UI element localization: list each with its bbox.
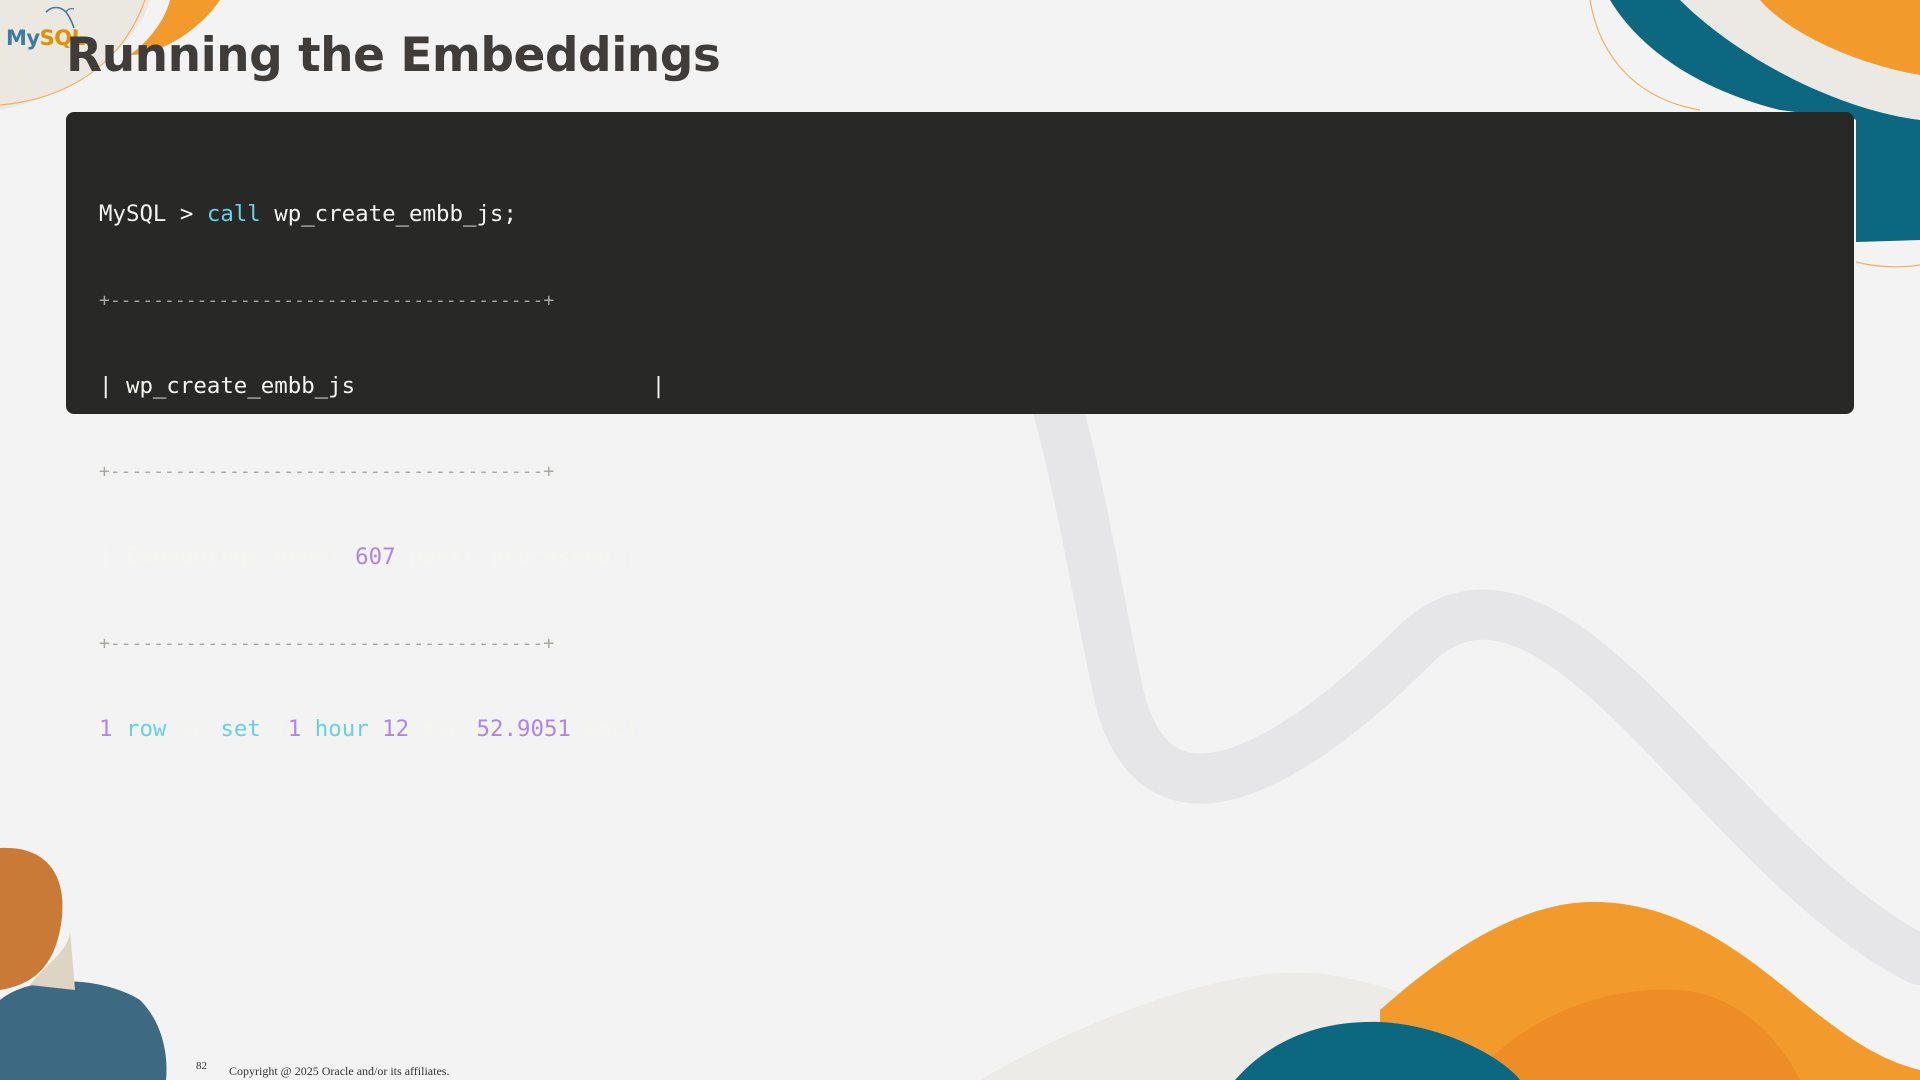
- terminal-code-block: MySQL > call wp_create_embb_js; +-------…: [66, 112, 1854, 742]
- page-number: 82: [196, 1060, 207, 1072]
- command-text: wp_create_embb_js;: [260, 201, 517, 227]
- summary-in-word: in: [179, 715, 207, 742]
- result-count: 607: [355, 544, 396, 571]
- prompt: MySQL >: [99, 201, 207, 227]
- logo-my-text: My: [6, 26, 40, 50]
- bottom-left-blue-shape: [0, 981, 167, 1080]
- command-line: MySQL > call wp_create_embb_js;: [99, 198, 665, 232]
- summary-min-word: min: [422, 715, 464, 742]
- terminal-output: MySQL > call wp_create_embb_js; +-------…: [99, 146, 665, 799]
- summary-minutes: 12: [382, 715, 410, 742]
- table-border-top: +---------------------------------------…: [99, 289, 555, 311]
- summary-rows: 1: [99, 715, 113, 742]
- table-result-row: | Embeddings done! 607 posts processed |: [99, 541, 665, 575]
- result-suffix: posts processed |: [395, 544, 639, 571]
- summary-hour-word: hour: [314, 715, 369, 742]
- result-prefix: | Embeddings done!: [99, 544, 356, 571]
- table-border-middle: +---------------------------------------…: [99, 461, 555, 483]
- summary-line: 1 row in set (1 hour 12 min 52.9051 sec): [99, 713, 665, 747]
- summary-sec-word: sec): [584, 715, 639, 742]
- summary-set-word: set: [220, 715, 261, 742]
- summary-hours: 1: [287, 715, 302, 742]
- command-keyword: call: [206, 201, 261, 227]
- summary-paren: (: [274, 715, 288, 742]
- copyright-notice: Copyright @ 2025 Oracle and/or its affil…: [229, 1064, 450, 1078]
- table-border-bottom: +---------------------------------------…: [99, 632, 555, 654]
- table-header-row: | wp_create_embb_js |: [99, 372, 666, 399]
- summary-row-word: row: [125, 715, 167, 742]
- summary-seconds: 52.9051: [476, 715, 571, 742]
- slide-title: Running the Embeddings: [66, 28, 721, 83]
